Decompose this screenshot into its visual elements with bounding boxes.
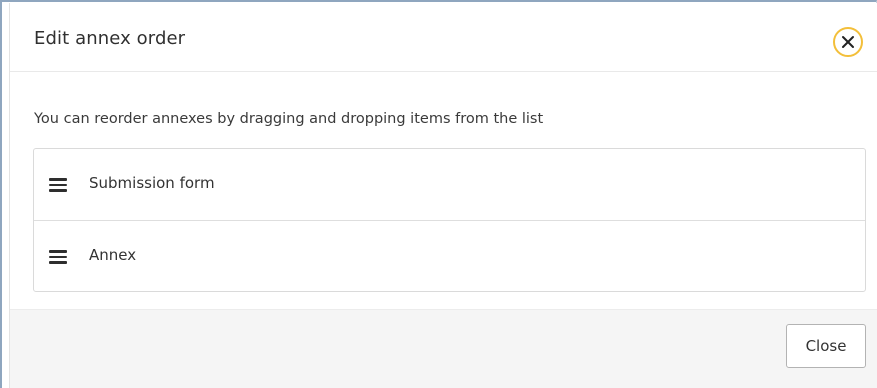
edit-annex-order-dialog: Edit annex order You can reorder annexes… [9,3,877,388]
close-icon[interactable] [833,27,863,57]
list-item-label: Submission form [89,174,215,192]
list-item[interactable]: Submission form [34,149,865,220]
dialog-footer: Close [10,309,877,388]
drag-handle-icon[interactable] [49,250,67,264]
close-button[interactable]: Close [786,324,866,368]
drag-handle-icon[interactable] [49,178,67,192]
dialog-title: Edit annex order [34,28,186,49]
x-glyph [842,36,854,48]
list-item-label: Annex [89,246,137,264]
dialog-body: You can reorder annexes by dragging and … [10,73,877,309]
dialog-header: Edit annex order [10,3,877,72]
annex-order-list: Submission form Annex [33,148,866,292]
instructions-text: You can reorder annexes by dragging and … [34,111,544,127]
list-item[interactable]: Annex [34,220,865,291]
